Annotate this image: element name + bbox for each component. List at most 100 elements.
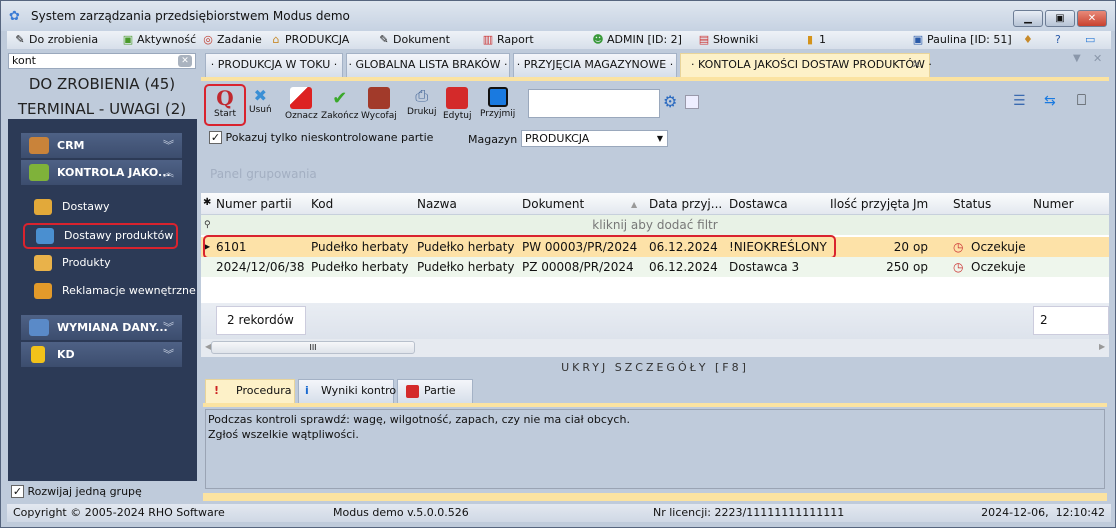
scrollbar-thumb[interactable]: III [211, 341, 415, 354]
sidebar: kont ✕ DO ZROBIENIA (45) TERMINAL - UWAG… [8, 51, 197, 501]
nav-group-kontrola-jakosci[interactable]: KONTROLA JAKO... ︽ [21, 160, 182, 185]
nav-group-wymiana-danych[interactable]: WYMIANA DANY... ︾ [21, 315, 182, 340]
nav-group-kd[interactable]: KD ︾ [21, 342, 182, 367]
scroll-right-icon[interactable]: ▶ [1099, 342, 1105, 351]
column-nazwa[interactable]: Nazwa [417, 197, 457, 211]
close-button[interactable]: ✕ [1077, 10, 1107, 27]
tab-kontola-jakosci[interactable]: · KONTOLA JAKOŚCI DOSTAW PRODUKTÓW · ✕ [680, 53, 932, 77]
close-all-tabs-icon[interactable]: ✕ [1093, 52, 1102, 65]
toggle-details-button[interactable]: UKRYJ SZCZEGÓŁY [F8] [201, 361, 1109, 374]
menu-raport[interactable]: ▥ Raport [481, 33, 534, 46]
column-kod[interactable]: Kod [311, 197, 333, 211]
menu-do-zrobienia[interactable]: ✎ Do zrobienia [13, 33, 98, 46]
menu-zadanie[interactable]: ◎ Zadanie [201, 33, 262, 46]
terminal-notes-counter[interactable]: TERMINAL - UWAGI (2) [8, 100, 196, 118]
refresh-icon[interactable]: ⇆ [1044, 93, 1056, 109]
filter-pin-icon: ⚲ [204, 220, 211, 230]
cell-jm: op [913, 240, 928, 254]
table-row[interactable]: ▶ 6101 Pudełko herbaty Pudełko herbaty P… [201, 235, 1109, 259]
tab-list-dropdown-icon[interactable]: ▼ [1073, 53, 1081, 64]
splitter[interactable] [203, 493, 1107, 501]
mark-button[interactable]: Oznacz [285, 87, 318, 121]
start-button[interactable]: Q Start [204, 84, 246, 126]
nav-group-crm[interactable]: CRM ︾ [21, 133, 182, 158]
column-dokument[interactable]: Dokument [522, 197, 584, 211]
menu-slowniki[interactable]: ▤ Słowniki [697, 33, 759, 46]
settings-gear-icon[interactable]: ⚙ [663, 92, 677, 111]
tab-przyjecia-magazynowe[interactable]: · PRZYJĘCIA MAGAZYNOWE · [513, 53, 677, 77]
edit-button[interactable]: Edytuj [443, 87, 471, 121]
nav-item-reklamacje-wewnetrzne[interactable]: Reklamacje wewnętrzne [23, 280, 198, 302]
computer-icon: ▣ [912, 33, 924, 46]
nav-item-dostawy-produktow[interactable]: Dostawy produktów [23, 223, 178, 249]
nav-item-dostawy[interactable]: Dostawy [23, 196, 178, 218]
list-view-icon[interactable]: ☰ [1013, 93, 1026, 109]
warehouse-select[interactable]: PRODUKCJA ▼ [521, 130, 668, 147]
record-count: 2 rekordów [216, 306, 306, 335]
chart-icon: ▥ [482, 33, 494, 46]
filter-row[interactable]: ⚲ kliknij aby dodać filtr [201, 215, 1109, 235]
tab-globalna-lista-brakow[interactable]: · GLOBALNA LISTA BRAKÓW · [346, 53, 510, 77]
mark-pen-icon [290, 87, 313, 109]
cell-status: Oczekuje [971, 260, 1026, 274]
detail-tab-wyniki-kontroli[interactable]: i Wyniki kontroli [298, 379, 402, 403]
navigation-panel: CRM ︾ KONTROLA JAKO... ︽ Dostawy Dostawy p… [8, 119, 197, 481]
column-numer[interactable]: Numer [1033, 197, 1074, 211]
checkbox-checked-icon: ✓ [209, 131, 222, 144]
close-tab-icon[interactable]: ✕ [912, 54, 921, 76]
chat-icon[interactable]: ▭ [1085, 33, 1095, 46]
cell-numer-partii: 2024/12/06/38 [216, 260, 305, 274]
pencil-icon: ✎ [15, 33, 25, 46]
help-icon[interactable]: ? [1055, 33, 1061, 46]
toolbar-checkbox[interactable] [685, 95, 699, 109]
delete-button[interactable]: ✖ Usuń [249, 87, 272, 116]
nav-item-produkty[interactable]: Produkty [23, 252, 178, 274]
version-text: Modus demo v.5.0.0.526 [333, 506, 469, 519]
menu-dokument[interactable]: ✎ Dokument [377, 33, 450, 46]
finish-button[interactable]: ✔ Zakończ [321, 87, 358, 121]
summary-value: 2 [1033, 306, 1109, 335]
sidebar-search-input[interactable]: kont ✕ [8, 53, 196, 69]
calendar-icon: ▤ [698, 33, 710, 46]
horizontal-scrollbar[interactable]: ◀ III ▶ [201, 339, 1109, 357]
license-text: Nr licencji: 2223/11111111111111 [653, 506, 845, 519]
only-unchecked-checkbox[interactable]: ✓ Pokazuj tylko nieskontrolowane partie [209, 131, 433, 144]
withdraw-button[interactable]: Wycofaj [361, 87, 397, 121]
toolbar-search-input[interactable] [528, 89, 660, 118]
todo-counter[interactable]: DO ZROBIENIA (45) [8, 75, 196, 93]
info-icon: i [305, 384, 309, 397]
group-panel[interactable]: Panel grupowania [210, 167, 317, 181]
layout-panel-icon[interactable]: ⎕ [1077, 91, 1086, 109]
menu-user[interactable]: ▣ Paulina [ID: 51] [911, 33, 1012, 46]
procedure-line: Podczas kontroli sprawdź: wagę, wilgotno… [208, 413, 630, 426]
chevron-up-icon: ︽ [163, 166, 174, 179]
paint-icon[interactable]: ♦ [1023, 33, 1033, 46]
column-ilosc-przyjeta[interactable]: Ilość przyjęta [830, 197, 910, 211]
accept-button[interactable]: Przyjmij [480, 87, 515, 119]
maximize-button[interactable]: ▣ [1045, 10, 1075, 27]
expand-one-group-checkbox[interactable]: ✓ Rozwijaj jedną grupę [11, 485, 142, 498]
dropdown-arrow-icon: ▼ [656, 134, 663, 143]
minimize-button[interactable]: ▁ [1013, 10, 1043, 27]
column-data-przyjecia[interactable]: Data przyj... [649, 197, 722, 211]
menu-aktywnosc[interactable]: ▣ Aktywność [121, 33, 196, 46]
table-row[interactable]: 2024/12/06/38 Pudełko herbaty Pudełko he… [201, 257, 1109, 277]
menu-database[interactable]: ▮ 1 [803, 33, 826, 46]
column-jm[interactable]: Jm [913, 197, 928, 211]
tag-icon [34, 255, 52, 271]
print-button[interactable]: ⎙ Drukuj [407, 85, 436, 117]
menu-admin[interactable]: ☻ ADMIN [ID: 2] [591, 33, 682, 46]
document-panel: Q Start ✖ Usuń Oznacz ✔ Zakończ Wycofaj ⎙ Dr… [201, 77, 1109, 501]
menu-produkcja[interactable]: ⌂ PRODUKCJA [269, 33, 350, 46]
grid-footer: 2 rekordów 2 [201, 303, 1109, 339]
clear-search-icon[interactable]: ✕ [178, 55, 192, 67]
column-chooser-icon[interactable]: ✱ [203, 197, 211, 208]
detail-tab-partie[interactable]: Partie [397, 379, 473, 403]
tab-produkcja-w-toku[interactable]: · PRODUKCJA W TOKU · [205, 53, 343, 77]
detail-tab-procedura[interactable]: ! Procedura [205, 379, 295, 403]
home-icon: ⌂ [272, 33, 280, 46]
task-icon: ◎ [203, 33, 213, 46]
column-status[interactable]: Status [953, 197, 991, 211]
column-dostawca[interactable]: Dostawca [729, 197, 788, 211]
column-numer-partii[interactable]: Numer partii [216, 197, 292, 211]
